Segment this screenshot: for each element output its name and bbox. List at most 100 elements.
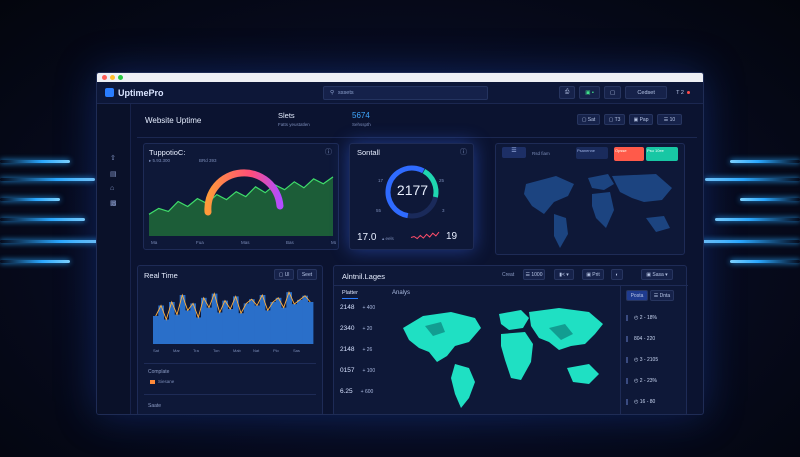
world-map-panel-top: ☰ Rsd fiam Psanenne Opsse Psu 10ee [495, 143, 685, 255]
analytics-row[interactable]: 2340 + 20 [340, 325, 372, 332]
map-tag-2[interactable]: Psanenne [576, 147, 608, 159]
uptime-area-chart: Ma Fua Mas Bas Mar [148, 169, 336, 245]
row-marker [626, 315, 628, 321]
realtime-bar-chart: Sat Mar Tra Ton Mab Nat Plo Sas [153, 290, 314, 353]
realtime-bar [286, 292, 292, 344]
right-list-row[interactable]: ◴ 3 - 2105 [626, 357, 658, 363]
header-button-pap[interactable]: ▣ Pap [629, 114, 653, 125]
right-row-label: ◴ 16 - 80 [634, 399, 656, 405]
analytics-title: Alntnil.Lages [342, 272, 385, 281]
notification-button[interactable]: T 2 [671, 86, 695, 99]
realtime-x-label: Nat [253, 348, 260, 353]
analytics-control-creat[interactable]: Creat [502, 272, 514, 278]
analytics-row[interactable]: 2148 + 26 [340, 346, 372, 353]
realtime-x-label: Mab [233, 348, 242, 353]
file-icon[interactable]: ▤ [110, 170, 117, 178]
map-tag-3[interactable]: Opsse [614, 147, 644, 161]
realtime-button-ul[interactable]: ▢ Ul [274, 269, 294, 280]
gauge-footer-right: 19 [446, 231, 458, 242]
uptime-x-label: Fua [196, 240, 204, 245]
right-list-row[interactable]: ◴ 16 - 80 [626, 399, 655, 405]
realtime-bar [174, 314, 180, 344]
realtime-bar [275, 297, 282, 344]
uptime-legend-1: ▸ 5.93.300 [149, 158, 171, 163]
analytics-control-sasa[interactable]: ▣ Sasa ▾ [641, 269, 673, 280]
app-name: UptimePro [118, 87, 164, 98]
realtime-x-label: Tra [193, 348, 200, 353]
app-logo[interactable]: UptimePro [105, 88, 164, 98]
realtime-button-seet[interactable]: Seet [297, 269, 317, 280]
realtime-bar [153, 316, 159, 344]
logo-icon [105, 88, 114, 97]
realtime-bar [291, 304, 298, 344]
header-button-10[interactable]: ☰ 10 [657, 114, 682, 125]
right-list-row[interactable]: ◴ 2 - 18% [626, 315, 657, 321]
square-button[interactable]: ▢ [603, 86, 622, 99]
right-list-row[interactable]: 804 - 220 [626, 336, 655, 342]
minimize-dot[interactable] [110, 75, 115, 80]
right-tab-dnta[interactable]: ☰ Dnta [650, 290, 674, 301]
upload-icon[interactable]: ⇧ [110, 154, 116, 162]
realtime-bar [281, 307, 287, 344]
realtime-panel: Real Time ▢ Ul Seet Sat Mar Tra Ton Mab Nat Pl… [137, 265, 323, 414]
map-tag-4[interactable]: Psu 10ee [646, 147, 678, 161]
analytics-panel: Alntnil.Lages Creat ☰ 1000 ▮< ▾ ▣ Prit ◐… [333, 265, 688, 414]
stat-2: 5674 Sehsspth [352, 111, 371, 127]
row-value: 2148 [340, 346, 355, 353]
bell-icon: T 2 [676, 89, 684, 96]
analytics-control-toggle[interactable]: ◐ [611, 269, 623, 280]
analytics-control-select[interactable]: ▮< ▾ [554, 269, 574, 280]
analytics-control-print[interactable]: ▣ Prit [582, 269, 604, 280]
analytics-control-1000[interactable]: ☰ 1000 [523, 269, 545, 280]
tab-analys-label: Analys [392, 290, 411, 296]
realtime-bar [254, 305, 260, 344]
user-menu-label: Cedset [637, 89, 655, 96]
left-neon-decoration [0, 150, 110, 290]
header-button-sat[interactable]: ▢ Sat [577, 114, 600, 125]
uptime-x-label: Bas [286, 240, 295, 245]
info-icon[interactable]: ⓘ [325, 147, 332, 157]
stat-2-value: 5674 [352, 111, 370, 120]
right-tab-posta[interactable]: Posta [626, 290, 648, 301]
maximize-dot[interactable] [118, 75, 123, 80]
analytics-row[interactable]: 6.25 + 600 [340, 388, 373, 395]
grid-icon: ▣ ▪ [585, 89, 594, 96]
row-delta: + 20 [362, 325, 373, 332]
row-marker [626, 336, 628, 342]
image-icon[interactable]: ▩ [110, 199, 117, 207]
tab-analys[interactable]: Analys [392, 290, 410, 296]
row-delta: + 600 [360, 388, 374, 395]
right-row-label: ◴ 2 - 23% [634, 378, 657, 384]
realtime-x-label: Ton [213, 348, 219, 353]
realtime-footer: Saate [148, 403, 162, 409]
close-dot[interactable] [102, 75, 107, 80]
grid-button[interactable]: ▣ ▪ [579, 86, 600, 99]
map-list-icon[interactable]: ☰ [502, 147, 526, 158]
printer-button[interactable]: ⎙ [558, 86, 576, 99]
search-input[interactable]: ⚲ sssets [323, 86, 488, 100]
home-icon[interactable]: ⌂ [110, 185, 114, 192]
analytics-right-divider [620, 285, 621, 414]
user-menu-button[interactable]: Cedset [625, 86, 668, 99]
gauge-panel: Sontall ⓘ 17 25 55 3 2177 17.0 ▴ eels 19 [349, 143, 474, 250]
notification-dot [687, 91, 690, 94]
header-button-t3[interactable]: ▢ T3 [604, 114, 625, 125]
row-marker [626, 378, 628, 384]
gauge-tick-label: 55 [376, 208, 382, 213]
realtime-divider [144, 363, 316, 364]
analytics-row[interactable]: 0157 + 100 [340, 367, 375, 374]
printer-icon: ⎙ [564, 89, 570, 95]
uptime-panel: TuppotioC: ▸ 5.93.300 BRd 393 ⓘ Ma Fua Mas… [143, 143, 339, 250]
map-tag-1: Rsd fiam [532, 151, 550, 156]
mini-line [410, 231, 440, 240]
row-value: 0157 [340, 367, 355, 374]
legend-swatch [150, 379, 155, 384]
tab-platter[interactable]: Platter [342, 290, 358, 299]
right-list-row[interactable]: ◴ 2 - 23% [626, 378, 657, 384]
page-title: Website Uptime [145, 116, 202, 125]
uptime-legend-2: BRd 393 [199, 158, 217, 163]
world-map-top [524, 174, 672, 248]
square-icon: ▢ [609, 89, 616, 96]
realtime-bar [302, 295, 308, 344]
analytics-row[interactable]: 2148 + 400 [340, 304, 375, 311]
